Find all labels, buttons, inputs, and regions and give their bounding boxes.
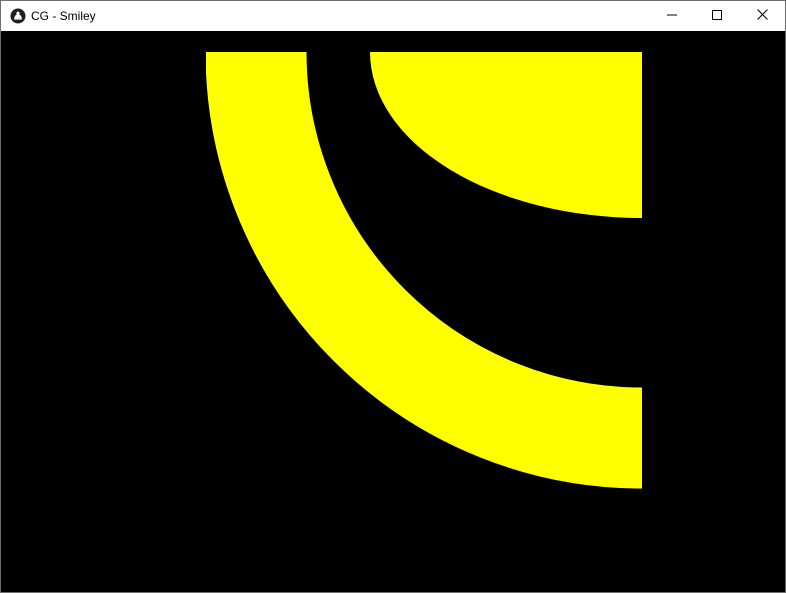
render-canvas[interactable] [1,31,785,592]
title-bar[interactable]: CG - Smiley [1,1,785,31]
eye-shape [370,52,642,218]
maximize-icon [712,7,722,25]
app-logo-icon [10,8,26,24]
app-window: CG - Smiley [0,0,786,593]
window-title: CG - Smiley [31,9,96,23]
close-icon [756,7,768,25]
smiley-drawing [206,52,642,489]
minimize-icon [667,7,677,25]
minimize-button[interactable] [649,1,695,31]
maximize-button[interactable] [694,1,740,31]
close-button[interactable] [739,1,785,31]
